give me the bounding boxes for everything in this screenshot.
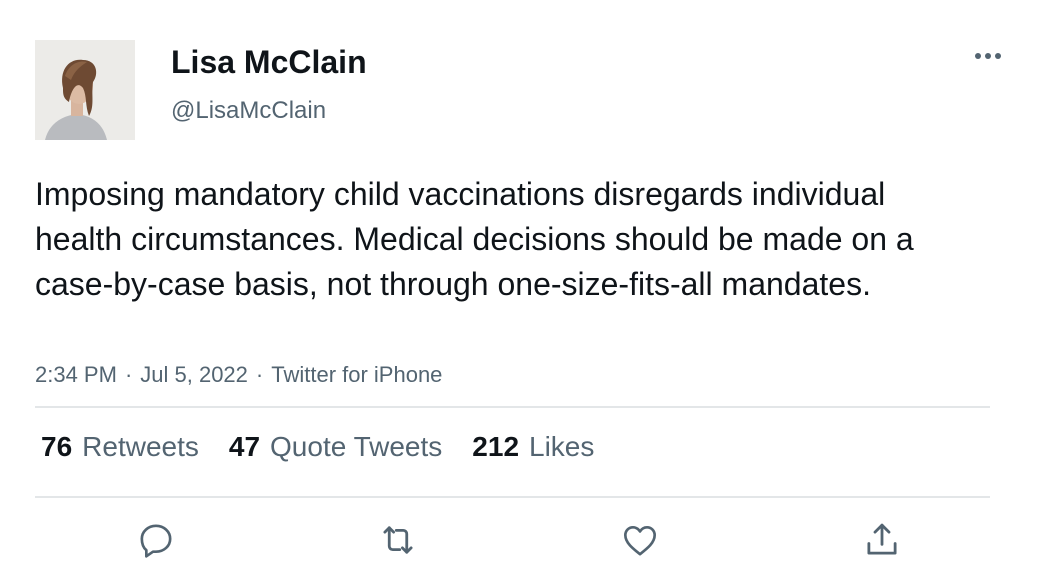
tweet-source[interactable]: Twitter for iPhone: [271, 362, 442, 387]
meta-separator: ·: [124, 362, 133, 387]
quotes-count: 47: [228, 431, 261, 462]
avatar[interactable]: [35, 40, 135, 140]
likes-label: Likes: [529, 431, 595, 462]
share-button[interactable]: [860, 518, 904, 562]
avatar-photo: [35, 40, 135, 140]
retweets-label: Retweets: [82, 431, 199, 462]
tweet-stats: 76 Retweets 47 Quote Tweets 212 Likes: [41, 431, 594, 463]
retweets-stat[interactable]: 76 Retweets: [41, 431, 199, 463]
heart-icon: [624, 526, 656, 556]
retweet-icon: [383, 526, 413, 554]
reply-icon: [140, 524, 172, 558]
likes-stat[interactable]: 212 Likes: [472, 431, 594, 463]
share-icon: [867, 523, 897, 555]
more-icon: [975, 53, 1001, 59]
reply-button[interactable]: [134, 518, 178, 562]
quotes-label: Quote Tweets: [270, 431, 443, 462]
divider-top: [35, 406, 990, 408]
author-handle[interactable]: @LisaMcClain: [171, 97, 326, 125]
meta-separator: ·: [255, 362, 264, 387]
tweet-date[interactable]: Jul 5, 2022: [140, 362, 248, 387]
like-button[interactable]: [618, 518, 662, 562]
tweet-time[interactable]: 2:34 PM: [35, 362, 117, 387]
tweet-text: Imposing mandatory child vaccinations di…: [35, 176, 914, 302]
quotes-stat[interactable]: 47 Quote Tweets: [229, 431, 442, 463]
author-name[interactable]: Lisa McClain: [171, 44, 367, 81]
tweet-meta: 2:34 PM · Jul 5, 2022 · Twitter for iPhone: [35, 362, 442, 388]
divider-bottom: [35, 496, 990, 498]
retweets-count: 76: [41, 431, 73, 462]
retweet-button[interactable]: [376, 518, 420, 562]
likes-count: 212: [472, 431, 520, 462]
more-button[interactable]: [970, 44, 1006, 68]
